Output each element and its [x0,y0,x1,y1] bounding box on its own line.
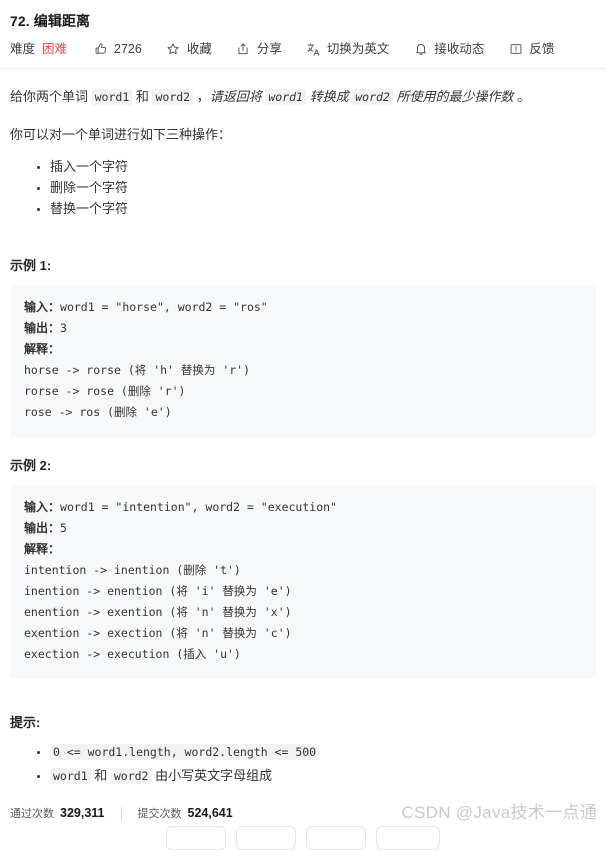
desc-text-a: 给你两个单词 [10,89,92,104]
like-button[interactable]: 2726 [93,40,142,58]
feedback-icon [508,42,523,57]
bell-icon [413,42,428,57]
example-2-explain-label: 解释： [24,542,61,556]
topic-tag-row [0,826,606,850]
favorite-button[interactable]: 收藏 [166,40,212,58]
submissions-value: 524,641 [187,806,233,820]
example-1-input-label: 输入： [24,300,61,314]
example-1-heading: 示例 1: [10,258,52,273]
switch-language-label: 切换为英文 [326,42,390,56]
example-1-output-label: 输出： [24,321,61,335]
topic-tag-chip[interactable] [306,826,366,850]
example-2-heading: 示例 2: [10,458,52,473]
accepted-label: 通过次数 [10,808,54,820]
desc-text-c: ， [193,89,210,104]
problem-page: 72. 编辑距离 难度 困难 2726 收藏 分享 切换为英文 接收动态 反馈 … [0,0,606,850]
example-1-step: rorse -> rose (删除 'r') [24,384,186,398]
desc-emphasis: 请返回将 word1 转换成 word2 所使用的最少操作数 [209,89,514,105]
example-2-step: enention -> exention (将 'n' 替换为 'x') [24,605,292,619]
problem-content: 给你两个单词 word1 和 word2 ，请返回将 word1 转换成 wor… [0,86,606,787]
list-item: word1 和 word2 由小写英文字母组成 [50,765,596,787]
operations-list: 插入一个字符 删除一个字符 替换一个字符 [10,157,596,219]
description-paragraph-1: 给你两个单词 word1 和 word2 ，请返回将 word1 转换成 wor… [10,86,596,108]
stat-divider [120,806,122,820]
example-2-input-label: 输入： [24,500,61,514]
description-paragraph-2: 你可以对一个单词进行如下三种操作： [10,127,232,142]
desc-text-d: 。 [513,89,531,104]
inline-code-word1-em: word1 [265,89,306,105]
list-item: 0 <= word1.length, word2.length <= 500 [50,741,596,763]
example-1-output-value: 3 [60,321,67,335]
translate-icon [306,42,321,57]
desc-em-text-a: 请返回将 [209,89,266,104]
example-1-step: horse -> rorse (将 'h' 替换为 'r') [24,363,251,377]
hints-list: 0 <= word1.length, word2.length <= 500 w… [10,741,596,787]
accepted-value: 329,311 [60,806,105,820]
example-2-step: exection -> execution (插入 'u') [24,647,241,661]
share-button[interactable]: 分享 [236,40,282,58]
example-2-step: exention -> exection (将 'n' 替换为 'c') [24,626,292,640]
list-item: 替换一个字符 [50,199,596,219]
example-2-output-value: 5 [60,521,67,535]
hint-constraint-length: 0 <= word1.length, word2.length <= 500 [50,744,320,760]
share-label: 分享 [256,42,282,56]
hint-text-tail: 由小写英文字母组成 [151,768,273,783]
switch-language-button[interactable]: 切换为英文 [306,40,390,58]
desc-text-b: 和 [132,89,153,104]
example-1-code-block: 输入：word1 = "horse", word2 = "ros" 输出：3 解… [10,285,596,437]
example-2-step: intention -> inention (删除 't') [24,563,241,577]
hints-heading: 提示: [10,715,41,730]
inline-code-word1: word1 [91,89,133,105]
example-1-input-value: word1 = "horse", word2 = "ros" [60,300,268,314]
like-count: 2726 [114,42,142,56]
submissions-label: 提交次数 [137,808,182,820]
example-2-input-value: word1 = "intention", word2 = "execution" [60,500,337,514]
topic-tag-chip[interactable] [166,826,226,850]
difficulty-value: 困难 [42,42,68,56]
subscribe-button[interactable]: 接收动态 [413,40,484,58]
share-icon [236,42,251,57]
accepted-stat: 通过次数 329,311 [10,805,105,821]
topic-tag-chip[interactable] [236,826,296,850]
example-1-explain-label: 解释： [24,342,61,356]
feedback-label: 反馈 [529,42,555,56]
example-2-code-block: 输入：word1 = "intention", word2 = "executi… [10,485,596,679]
desc-em-text-c: 所使用的最少操作数 [392,89,514,104]
favorite-label: 收藏 [186,42,212,56]
hint-text-mid: 和 [90,768,111,783]
header-divider [0,68,606,69]
feedback-button[interactable]: 反馈 [508,40,554,58]
problem-toolbar: 难度 困难 2726 收藏 分享 切换为英文 接收动态 反馈 [0,31,606,58]
hint-code-word1: word1 [50,768,91,784]
star-icon [166,42,181,57]
list-item: 删除一个字符 [50,178,596,198]
list-item: 插入一个字符 [50,157,596,177]
topic-tag-chip[interactable] [376,826,440,850]
thumbs-up-icon [93,42,108,57]
inline-code-word2-em: word2 [352,89,393,105]
difficulty-label: 难度 [10,42,36,56]
example-2-step: inention -> enention (将 'i' 替换为 'e') [24,584,292,598]
difficulty-badge: 难度 困难 [10,40,67,58]
csdn-watermark: CSDN @Java技术一点通 [401,803,597,822]
inline-code-word2: word2 [152,89,194,105]
example-2-output-label: 输出： [24,521,61,535]
hint-code-word2: word2 [110,768,152,784]
page-title: 72. 编辑距离 [10,13,91,29]
example-1-step: rose -> ros (删除 'e') [24,405,172,419]
subscribe-label: 接收动态 [434,42,485,56]
submissions-stat: 提交次数 524,641 [138,805,233,821]
desc-em-text-b: 转换成 [305,89,353,104]
